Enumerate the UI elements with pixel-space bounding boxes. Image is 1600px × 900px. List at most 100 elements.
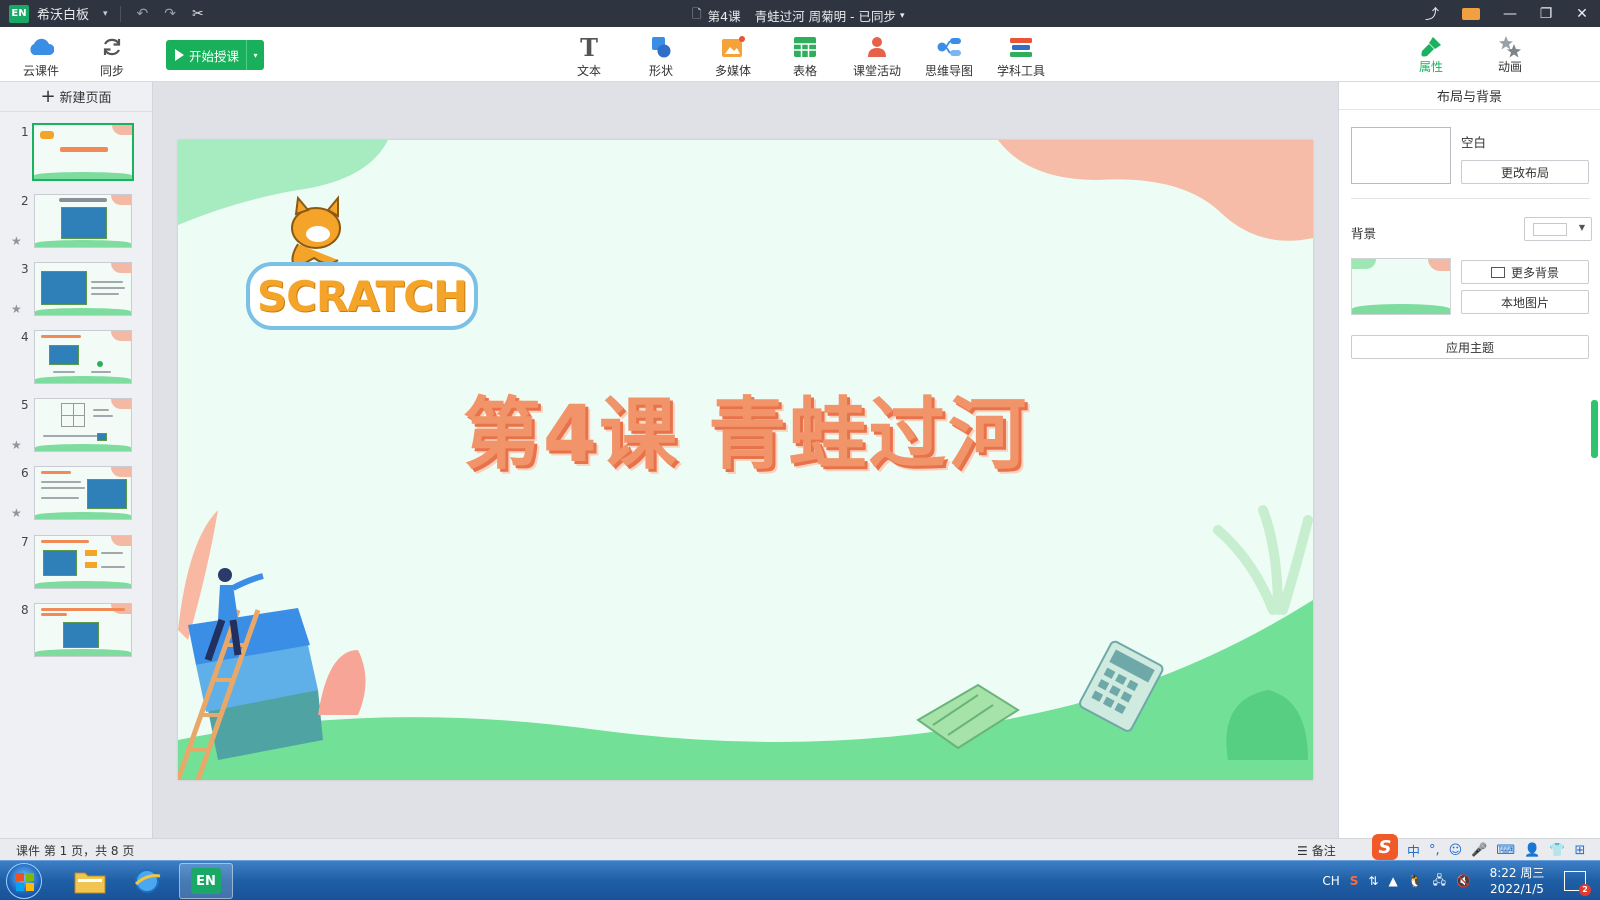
share-icon[interactable]: ⤴: [1414, 4, 1450, 24]
notes-button[interactable]: ☰ 备注: [1297, 842, 1336, 859]
page-thumbnail-1[interactable]: 1: [0, 123, 153, 185]
windows-logo-icon: [16, 873, 34, 891]
ime-skin-icon[interactable]: 👕: [1549, 843, 1565, 858]
minimize-button[interactable]: —: [1492, 6, 1528, 22]
clock[interactable]: 8:22 周三 2022/1/5: [1476, 865, 1558, 897]
apply-theme-button[interactable]: 应用主题: [1351, 335, 1589, 359]
mindmap-tool-button[interactable]: 思维导图: [918, 33, 980, 79]
star-icon: ★: [11, 234, 22, 248]
properties-button[interactable]: 属性: [1400, 33, 1462, 75]
seewo-taskbar-button[interactable]: EN: [179, 863, 233, 899]
ime-chinese-mode[interactable]: 中: [1407, 841, 1420, 860]
page-number: 6: [21, 466, 29, 480]
mail-icon[interactable]: [1462, 7, 1480, 20]
show-hidden-icons[interactable]: ▲: [1388, 874, 1397, 888]
file-explorer-taskbar-button[interactable]: [63, 863, 117, 899]
action-center-icon[interactable]: 2: [1564, 871, 1591, 896]
sogou-ime-icon[interactable]: S: [1372, 834, 1398, 860]
ime-keyboard-icon[interactable]: ⌨: [1496, 843, 1515, 858]
undo-icon[interactable]: ↶: [137, 6, 149, 22]
layout-preview[interactable]: [1351, 127, 1451, 184]
volume-muted-icon[interactable]: 🔇: [1456, 874, 1471, 888]
subject-tools-button[interactable]: 学科工具: [990, 33, 1052, 79]
background-color-select[interactable]: ▼: [1524, 217, 1592, 241]
ime-emoji-icon[interactable]: ☺: [1449, 843, 1463, 858]
change-layout-button[interactable]: 更改布局: [1461, 160, 1589, 184]
background-preview[interactable]: [1351, 258, 1451, 315]
network-icon[interactable]: 🖧: [1433, 871, 1446, 892]
ime-toolbox-icon[interactable]: ⊞: [1575, 843, 1586, 858]
language-indicator[interactable]: CH: [1322, 874, 1339, 888]
redo-icon[interactable]: ↷: [164, 6, 176, 22]
page-thumbnail-8[interactable]: 8: [0, 603, 153, 663]
properties-panel: 布局与背景 空白 更改布局 背景 ▼ 更多背景 本地图片 应用主题: [1338, 82, 1600, 838]
start-button[interactable]: [6, 863, 42, 899]
new-page-label: 新建页面: [59, 91, 112, 106]
table-tool-button[interactable]: 表格: [774, 33, 836, 79]
subject-tools-icon: [990, 33, 1052, 61]
browser-icon: [134, 869, 161, 893]
more-backgrounds-label: 更多背景: [1510, 265, 1559, 280]
qq-icon[interactable]: 🐧: [1408, 874, 1423, 888]
page-thumbnail-4[interactable]: 4: [0, 330, 153, 390]
app-menu-chevron-icon[interactable]: ▾: [103, 9, 108, 19]
media-tool-button[interactable]: 多媒体: [702, 33, 764, 79]
page-thumbnail-2[interactable]: 2 ★: [0, 194, 153, 254]
slide[interactable]: SCRATCH 第4课 青蛙过河: [178, 140, 1313, 780]
page-info: 课件 第 1 页，共 8 页: [16, 844, 135, 858]
notes-label: 备注: [1311, 844, 1336, 858]
thumbnail-image: [34, 330, 132, 384]
cloud-courseware-button[interactable]: 云课件: [10, 33, 72, 79]
thumbnail-image: [32, 123, 134, 181]
plus-icon: +: [40, 85, 56, 107]
clock-time: 8:22 周三: [1489, 866, 1545, 880]
ime-punctuation[interactable]: °,: [1429, 843, 1440, 858]
thumbnail-image: [34, 398, 132, 452]
ime-user-icon[interactable]: 👤: [1524, 843, 1540, 858]
sync-button[interactable]: 同步: [81, 33, 143, 79]
doc-title: 青蛙过河 周菊明 - 已同步: [754, 9, 897, 24]
start-options-chevron-icon[interactable]: ▾: [246, 40, 264, 70]
image-icon: [1490, 266, 1505, 278]
canvas-area[interactable]: SCRATCH 第4课 青蛙过河: [153, 82, 1338, 838]
doc-chevron-down-icon[interactable]: ▾: [900, 11, 905, 21]
document-title[interactable]: 🗋 第4课 青蛙过河 周菊明 - 已同步 ▾: [692, 5, 905, 26]
more-backgrounds-button[interactable]: 更多背景: [1461, 260, 1589, 284]
divider: [119, 5, 121, 22]
page-thumbnail-5[interactable]: 5 ★: [0, 398, 153, 458]
start-teaching-label: 开始授课: [189, 48, 240, 64]
close-button[interactable]: ✕: [1564, 6, 1600, 22]
scissors-icon[interactable]: ✂: [192, 6, 204, 22]
local-image-button[interactable]: 本地图片: [1461, 290, 1589, 314]
browser-taskbar-button[interactable]: [121, 863, 175, 899]
divider: [1351, 198, 1590, 199]
animation-button[interactable]: 动画: [1479, 33, 1541, 75]
text-icon: T: [580, 32, 598, 62]
start-teaching-button[interactable]: 开始授课 ▾: [166, 40, 264, 70]
text-tool-button[interactable]: T 文本: [558, 33, 620, 79]
page-thumbnail-7[interactable]: 7: [0, 535, 153, 595]
page-thumbnail-3[interactable]: 3 ★: [0, 262, 153, 322]
shape-tool-button[interactable]: 形状: [630, 33, 692, 79]
ime-microphone-icon[interactable]: 🎤: [1471, 843, 1487, 858]
cloud-icon: [10, 33, 72, 61]
thumbnail-image: [34, 603, 132, 657]
slide-title[interactable]: 第4课 青蛙过河: [178, 372, 1313, 484]
ime-toolbar: S 中 °, ☺ 🎤 ⌨ 👤 👕 ⊞: [1372, 834, 1586, 861]
background-label: 背景: [1351, 226, 1377, 241]
new-page-button[interactable]: + 新建页面: [0, 82, 152, 112]
brush-icon: [1400, 33, 1462, 61]
media-tool-label: 多媒体: [714, 64, 751, 78]
page-thumbnail-6[interactable]: 6 ★: [0, 466, 153, 526]
activity-tool-button[interactable]: 课堂活动: [846, 33, 908, 79]
panel-scrollbar[interactable]: [1591, 400, 1598, 458]
tray-overflow-icon[interactable]: ⇅: [1368, 874, 1378, 888]
properties-label: 属性: [1418, 60, 1443, 74]
sogou-tray-icon[interactable]: S: [1350, 874, 1359, 888]
page-number: 7: [21, 535, 29, 549]
app-name[interactable]: 希沃白板: [37, 4, 89, 23]
mindmap-tool-label: 思维导图: [924, 64, 973, 78]
cloud-courseware-label: 云课件: [22, 64, 59, 78]
activity-icon: [846, 33, 908, 61]
restore-button[interactable]: ❐: [1528, 6, 1564, 22]
